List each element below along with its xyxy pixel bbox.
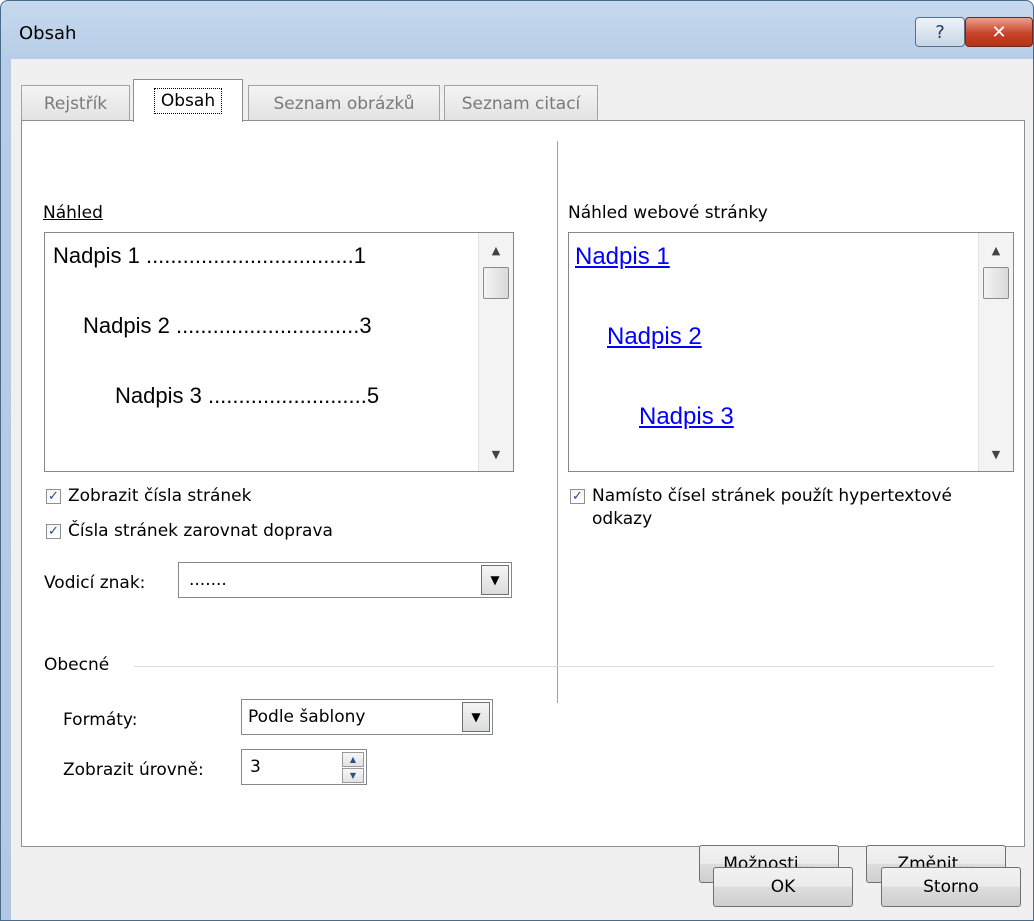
use-hyperlinks-checkbox[interactable]: ✓ <box>570 489 585 504</box>
web-link-3[interactable]: Nadpis 3 <box>639 403 734 431</box>
web-preview-scrollbar[interactable]: ▲ ▼ <box>978 233 1013 471</box>
scroll-up-icon[interactable]: ▲ <box>479 235 513 265</box>
dropdown-arrow-icon[interactable]: ▼ <box>481 565 509 595</box>
toc-entry-1-page: 1 <box>353 243 367 268</box>
help-button[interactable]: ? <box>915 17 965 47</box>
checkmark-icon: ✓ <box>48 489 59 504</box>
toc-entry-1: Nadpis 1 ...............................… <box>53 243 367 268</box>
checkmark-icon: ✓ <box>48 524 59 539</box>
formats-label: Formáty: <box>63 710 138 730</box>
tab-panel-obsah: Náhled Nadpis 1 ........................… <box>21 120 1025 883</box>
levels-stepper[interactable]: 3 ▲ ▼ <box>241 749 367 785</box>
web-link-1[interactable]: Nadpis 1 <box>575 243 670 271</box>
tab-label: Seznam obrázků <box>273 93 415 114</box>
right-align-checkbox[interactable]: ✓ <box>46 524 61 539</box>
close-button[interactable]: ✕ <box>965 17 1033 47</box>
toc-entry-3-page: 5 <box>366 383 380 408</box>
dropdown-arrow-icon[interactable]: ▼ <box>462 702 490 732</box>
toc-entry-1-text: Nadpis 1 <box>53 243 140 268</box>
tab-rejstrik[interactable]: Rejstřík <box>21 85 130 121</box>
title-bar: Obsah ? ✕ <box>1 1 1033 59</box>
tab-seznam-citaci[interactable]: Seznam citací <box>444 85 598 121</box>
tab-label: Obsah <box>153 88 223 114</box>
leader-select[interactable]: ....... ▼ <box>178 562 512 598</box>
scroll-thumb[interactable] <box>983 267 1009 299</box>
print-preview-label: Náhled <box>43 203 103 223</box>
tab-obsah[interactable]: Obsah <box>133 79 243 122</box>
formats-select[interactable]: Podle šablony ▼ <box>241 699 493 735</box>
stepper-buttons: ▲ ▼ <box>342 752 364 783</box>
cancel-button-label: Storno <box>923 877 979 897</box>
scroll-down-icon[interactable]: ▼ <box>479 439 513 469</box>
use-hyperlinks-label-line1[interactable]: Namísto čísel stránek použít hypertextov… <box>592 486 952 506</box>
show-page-numbers-label[interactable]: Zobrazit čísla stránek <box>68 486 251 506</box>
web-preview-label: Náhled webové stránky <box>568 203 768 223</box>
cancel-button[interactable]: Storno <box>881 867 1021 907</box>
ok-button-label: OK <box>770 877 796 897</box>
close-icon: ✕ <box>991 21 1007 43</box>
tab-label: Seznam citací <box>461 93 581 114</box>
ok-button[interactable]: OK <box>713 867 853 907</box>
dialog-window: Obsah ? ✕ Rejstřík Obsah Seznam obrázků … <box>0 0 1034 921</box>
levels-label: Zobrazit úrovně: <box>63 760 204 780</box>
toc-entry-3: Nadpis 3 ..........................5 <box>115 383 380 408</box>
help-icon: ? <box>935 21 945 43</box>
leader-label: Vodicí znak: <box>44 573 146 593</box>
scroll-down-icon[interactable]: ▼ <box>979 439 1013 469</box>
use-hyperlinks-label-line2[interactable]: odkazy <box>592 509 652 529</box>
general-divider <box>134 666 994 667</box>
print-preview-box: Nadpis 1 ...............................… <box>44 232 514 472</box>
stepper-up-icon[interactable]: ▲ <box>342 752 364 767</box>
scroll-up-icon[interactable]: ▲ <box>979 235 1013 265</box>
general-section-label: Obecné <box>44 655 110 675</box>
toc-entry-2-text: Nadpis 2 <box>83 313 170 338</box>
show-page-numbers-checkbox[interactable]: ✓ <box>46 489 61 504</box>
stepper-down-icon[interactable]: ▼ <box>342 768 364 783</box>
web-preview-box: Nadpis 1 Nadpis 2 Nadpis 3 ▲ ▼ <box>568 232 1014 472</box>
toc-entry-2-page: 3 <box>359 313 372 338</box>
levels-value: 3 <box>250 757 261 777</box>
formats-value: Podle šablony <box>248 707 366 727</box>
toc-entry-2: Nadpis 2 ..............................3 <box>83 313 372 338</box>
window-title: Obsah <box>19 23 77 44</box>
toc-entry-3-text: Nadpis 3 <box>115 383 202 408</box>
web-link-2[interactable]: Nadpis 2 <box>607 323 702 351</box>
scroll-thumb[interactable] <box>483 267 509 299</box>
leader-value: ....... <box>189 570 227 590</box>
checkmark-icon: ✓ <box>572 489 583 504</box>
dialog-client: Rejstřík Obsah Seznam obrázků Seznam cit… <box>11 59 1033 920</box>
vertical-divider <box>557 141 558 703</box>
right-align-label[interactable]: Čísla stránek zarovnat doprava <box>68 521 333 541</box>
print-preview-scrollbar[interactable]: ▲ ▼ <box>478 233 513 471</box>
tab-seznam-obrazku[interactable]: Seznam obrázků <box>248 85 440 121</box>
tab-label: Rejstřík <box>43 93 108 114</box>
